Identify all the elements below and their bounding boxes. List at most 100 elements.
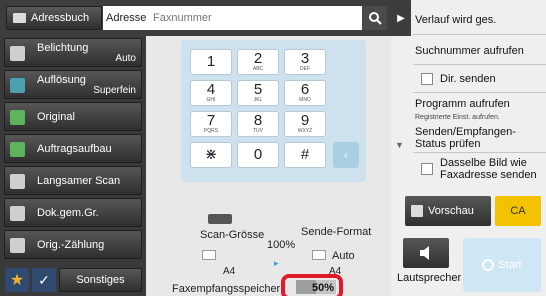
clear-all-button[interactable]: CA (495, 196, 541, 226)
divider (413, 64, 546, 65)
slow-scan-button[interactable]: Langsamer Scan (4, 166, 142, 195)
same-image-checkbox[interactable] (421, 163, 433, 175)
others-button[interactable]: Sonstiges (59, 268, 142, 292)
key-0[interactable]: 0 (237, 142, 279, 168)
exposure-button[interactable]: Belichtung Auto (4, 38, 142, 67)
panel-toggle-button[interactable]: ▶ (391, 0, 411, 36)
key-6[interactable]: 6 MNO (284, 80, 326, 106)
function-menu: Belichtung Auto Auflösung Superfein Orig… (0, 36, 146, 296)
same-image-label[interactable]: Dasselbe Bild wie Faxadresse senden (440, 157, 544, 181)
send-format-label[interactable]: Sende-Format (301, 226, 371, 238)
search-icon (368, 12, 382, 25)
exposure-value: Auto (115, 53, 136, 64)
preview-button[interactable]: Vorschau (405, 196, 491, 226)
key-4[interactable]: 4 GHI (190, 80, 232, 106)
highlight-ring (281, 274, 343, 296)
search-button[interactable] (362, 6, 387, 30)
star-icon: ★ (9, 272, 25, 289)
confirm-settings-button[interactable]: ✓ (32, 268, 56, 292)
key-1[interactable]: 1 (190, 49, 232, 75)
scroll-down-icon[interactable]: ▼ (395, 140, 404, 150)
key-letters: MNO (299, 97, 311, 103)
slow-scan-label: Langsamer Scan (37, 175, 121, 187)
direct-send-checkbox[interactable] (421, 73, 433, 85)
key-digit: # (300, 146, 310, 163)
start-button[interactable]: Start (463, 238, 541, 292)
original-button[interactable]: Original (4, 102, 142, 131)
key-3[interactable]: 3 DEF (284, 49, 326, 75)
key-digit: 5 (253, 81, 263, 98)
key-letters: ABC (252, 66, 264, 72)
count-icon (10, 238, 25, 253)
arrow-right-icon: ▸ (274, 258, 279, 268)
address-book-button[interactable]: Adressbuch (6, 6, 102, 30)
recall-program-sub: Registrierte Einst. aufrufen. (415, 114, 500, 121)
address-tab[interactable]: Adresse (103, 6, 147, 30)
start-icon (482, 259, 495, 271)
key-digit: 0 (253, 146, 263, 163)
scan-size-value: A4 (223, 266, 236, 277)
key-digit: 7 (206, 112, 216, 129)
recall-program-item[interactable]: Programm aufrufen (415, 98, 546, 110)
start-label: Start (498, 259, 522, 271)
address-book-label: Adressbuch (31, 12, 90, 24)
key-letters: DEF (300, 66, 310, 72)
mixed-size-label: Dok.gem.Gr. (37, 207, 99, 219)
key-letters: PQRS (203, 128, 219, 134)
mixed-size-button[interactable]: Dok.gem.Gr. (4, 198, 142, 227)
favorites-button[interactable]: ★ (5, 268, 29, 292)
send-format-value: Auto (332, 250, 355, 262)
key-digit: 1 (206, 53, 216, 70)
main-area: 1 2 ABC 3 DEF 4 GHI 5 JKL 6 MNO 7 PQRS 8 TUV 9W… (146, 36, 391, 296)
scanner-icon (208, 214, 232, 224)
job-build-button[interactable]: Auftragsaufbau (4, 134, 142, 163)
resolution-value: Superfein (93, 85, 136, 96)
speaker-icon (420, 246, 429, 260)
original-label: Original (37, 111, 75, 123)
key-5[interactable]: 5 JKL (237, 80, 279, 106)
key-letters: WXYZ (297, 128, 313, 134)
key-hash[interactable]: # (284, 142, 326, 168)
original-count-button[interactable]: Orig.-Zählung (4, 230, 142, 259)
key-letters: TUV (253, 128, 263, 134)
recall-search-number-item[interactable]: Suchnummer aufrufen (415, 45, 546, 57)
resolution-label: Auflösung (37, 74, 86, 86)
bottom-strip: ★ ✓ Sonstiges (0, 264, 146, 296)
original-count-label: Orig.-Zählung (37, 239, 105, 251)
numeric-keypad: 1 2 ABC 3 DEF 4 GHI 5 JKL 6 MNO 7 PQRS 8 TUV 9W… (181, 40, 366, 182)
ratio-value: 100% (267, 239, 296, 251)
pause-icon: ⋇ (204, 146, 218, 163)
fax-number-input[interactable] (147, 6, 362, 30)
original-icon (10, 110, 25, 125)
key-digit: 6 (300, 81, 310, 98)
key-digit: 9 (300, 112, 310, 129)
action-panel: ▶ Verlauf wird ges. Suchnummer aufrufen … (391, 0, 546, 296)
key-pause[interactable]: ⋇ (190, 142, 232, 168)
document-icon (202, 250, 216, 260)
resolution-button[interactable]: Auflösung Superfein (4, 70, 142, 99)
status-check-item[interactable]: Senden/Empfangen-Status prüfen (415, 126, 546, 150)
resolution-icon (10, 78, 25, 93)
divider (413, 152, 546, 153)
key-8[interactable]: 8 TUV (237, 111, 279, 137)
exposure-icon (10, 46, 25, 61)
history-item[interactable]: Verlauf wird ges. (415, 14, 546, 26)
top-bar: Adressbuch Adresse (0, 0, 391, 36)
speaker-label: Lautsprecher (397, 272, 462, 284)
key-digit: 8 (253, 112, 263, 129)
key-7[interactable]: 7 PQRS (190, 111, 232, 137)
scan-size-label[interactable]: Scan-Grösse (200, 229, 264, 241)
divider (413, 92, 546, 93)
key-digit: 3 (300, 50, 310, 67)
slow-scan-icon (10, 174, 25, 189)
key-2[interactable]: 2 ABC (237, 49, 279, 75)
exposure-label: Belichtung (37, 42, 89, 54)
check-icon: ✓ (38, 271, 50, 288)
cursor-left-button[interactable]: ‹ (333, 142, 359, 168)
key-9[interactable]: 9 WXYZ (284, 111, 326, 137)
preview-label: Vorschau (428, 205, 474, 217)
key-letters: JKL (253, 97, 263, 103)
play-icon: ▶ (397, 12, 405, 24)
speaker-button[interactable] (403, 238, 449, 268)
direct-send-label[interactable]: Dir. senden (440, 73, 546, 85)
